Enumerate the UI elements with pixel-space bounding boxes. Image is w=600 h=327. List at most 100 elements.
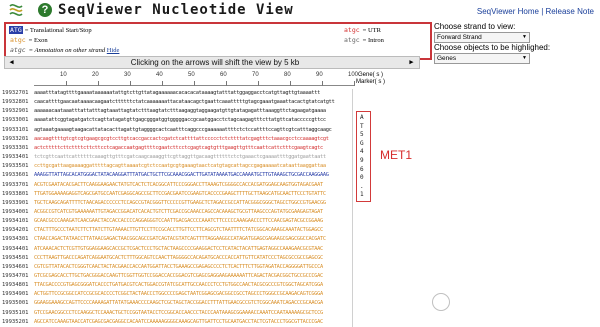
row-sequence: ACGGCCGTCATCGTGAAAAAATTGTAGACCGGACATCACA… — [34, 208, 323, 215]
row-position: 19933801 — [2, 190, 29, 197]
ruler-tick-mark — [194, 81, 195, 86]
row-position: 19934201 — [2, 227, 29, 234]
other-strand-swatch: atgc — [10, 46, 26, 54]
seqviewer-home-link[interactable]: SeqViewer Home — [477, 7, 539, 16]
marker-header: Marker( s ) — [356, 79, 385, 85]
row-position: 19933501 — [2, 163, 29, 170]
exon-label: = Exon — [28, 37, 48, 44]
sequence-row: 19934901 ACTGGTTCCGCGGCCATCCGCGCACCCCTCGG… — [0, 290, 352, 299]
row-position: 19933201 — [2, 135, 29, 142]
gene-id-box[interactable]: AT5G4960.1 — [356, 111, 371, 202]
row-position: 19933901 — [2, 199, 29, 206]
gene-id-char: T — [360, 122, 364, 130]
sequence-row: 19934201 CTACTTTGCCCTAATCTTCTTATCTTGTAAAA… — [0, 226, 352, 235]
row-sequence: CGTCGTTATACACTCGGGTCAACTACTACGAACCACCAAT… — [34, 263, 323, 270]
sequence-row: 19934501 CCCTTAAGTTGACCCAGATCAGGAATGCACTC… — [0, 254, 352, 263]
row-sequence: caacattttgaacaataaaacaagaatcttttttctatca… — [34, 99, 335, 106]
shift-left-arrow-icon[interactable]: ◀ — [7, 58, 16, 66]
met1-annotation: MET1 — [380, 148, 413, 162]
intron-swatch: atgc — [344, 36, 360, 44]
release-note-link[interactable]: Release Note — [546, 7, 594, 16]
sequence-row: 19934101 GCAACGCCCAAAGATCAACGAACTACCACCAC… — [0, 217, 352, 226]
sequence-row: 19932701 aaaatttatagttttgaaaataaaaaatattg… — [0, 89, 352, 98]
title-bar: ? SeqViewer Nucleotide View — [0, 0, 430, 22]
ruler-tick-mark — [226, 81, 227, 86]
sequence-row: 19933801 TTGATGGAAAAGAGGTCAGCGATGCCAATCGA… — [0, 190, 352, 199]
help-icon[interactable]: ? — [38, 3, 52, 17]
strand-select-value: Forward Strand — [437, 34, 482, 41]
sequence-row: 19933401 tctcgttcaattcattttttcaaagttgtttc… — [0, 153, 352, 162]
row-position: 19934601 — [2, 263, 29, 270]
row-position: 19935201 — [2, 318, 29, 325]
sequence-row: 19933301 actctttttcttcttttcttcttcctcagacc… — [0, 144, 352, 153]
objects-select-value: Genes — [437, 55, 457, 62]
sequence-row: 19933201 aacaagttttgtcgtcgtgaagcgcgtccttg… — [0, 135, 352, 144]
ruler-tick-mark — [66, 81, 67, 86]
gene-id-char: 9 — [360, 157, 364, 164]
legend-box: ATG = Translational Start/Stop atgc = Exon… — [4, 22, 432, 60]
ruler-tick-mark — [290, 81, 291, 86]
sequence-row: 19935001 GGAAGGAAAGCCAGTTCCCCAAAAGATTATAT… — [0, 299, 352, 308]
row-sequence: ccttgcgattaagaaaaggatttttagcagttaaaatcgt… — [34, 163, 326, 170]
ruler-tick-mark — [354, 81, 355, 86]
gene-id-char: 6 — [360, 165, 364, 173]
sequence-row: 19934401 ATCAAACACTCTCGTTGTGGAGGAAGCACCGC… — [0, 245, 352, 254]
ruler-tick-label: 60 — [220, 72, 227, 78]
sequence-row: 19935201 AGCCATCCAAAGTAACCATCGAGCGACGAGGC… — [0, 318, 352, 327]
utr-label: = UTR — [362, 27, 381, 34]
row-sequence: ACTGGTTCCGCGGCCATCCGCGCACCCCTCGGCTACTAAC… — [34, 291, 323, 298]
hide-legend-link[interactable]: Hide — [107, 47, 120, 54]
ruler-tick-label: 20 — [92, 72, 99, 78]
tss-swatch: ATG — [9, 26, 23, 34]
row-sequence: GGAAGGAAAGCCAGTTCCCCAAAAGATTATATGAAACCCC… — [34, 300, 323, 307]
ruler-tick-label: 70 — [252, 72, 259, 78]
row-sequence: actctttttcttcttttcttcttcctcagaccaatgagtt… — [34, 144, 323, 151]
watermark-logo-icon — [432, 293, 450, 311]
row-sequence: ACGTCGAATACACGACTTCAAGGAAGAACTATGTCACTCT… — [34, 181, 323, 188]
gene-id-char: 5 — [360, 131, 364, 139]
sequence-row: 19934001 ACGGCCGTCATCGTGAAAAAATTGTAGACCGG… — [0, 208, 352, 217]
row-position: 19934501 — [2, 254, 29, 261]
row-sequence: agtaaatgaaaagtaagacattatacacttagattgtagg… — [34, 126, 332, 133]
gene-id-char: G — [360, 139, 364, 147]
row-sequence: aaaaaacaataaatttattatttagtaaattagtatcttt… — [34, 108, 326, 115]
row-position: 19935101 — [2, 309, 29, 316]
row-position: 19934401 — [2, 245, 29, 252]
legend-translational-start-stop: ATG = Translational Start/Stop — [9, 26, 92, 34]
page-title: SeqViewer Nucleotide View — [58, 2, 294, 18]
gene-id-char: A — [360, 114, 364, 121]
row-sequence: CCCTTAAGTTGACCCAGATCAGGAATGCACTCTTTGGCAG… — [34, 254, 323, 261]
sequence-row: 19933501 ccttgcgattaagaaaaggatttttagcagtt… — [0, 162, 352, 171]
gene-id-char: 0 — [360, 174, 364, 182]
sequence-row: 19932801 caacattttgaacaataaaacaagaatctttt… — [0, 98, 352, 107]
sequence-row: 19933701 ACGTCGAATACACGACTTCAAGGAAGAACTAT… — [0, 181, 352, 190]
ruler-tick-mark — [130, 81, 131, 86]
strand-label: Choose strand to view: — [434, 22, 516, 31]
row-sequence: GTCGCGAGCACCTTGCTGACGGGACCAAGTTCGGTTGGTC… — [34, 273, 323, 279]
view-controls: Choose strand to view: Forward Strand ▼ … — [434, 22, 600, 64]
row-position: 19933101 — [2, 126, 29, 133]
objects-select[interactable]: Genes ▼ — [434, 53, 530, 64]
utr-swatch: atgc — [344, 26, 360, 34]
shift-right-arrow-icon[interactable]: ▶ — [407, 58, 416, 66]
tss-label: = Translational Start/Stop — [24, 27, 92, 34]
row-sequence: aacaagttttgtcgtcgtgaagcgcgtccttgtcaccgac… — [34, 135, 329, 142]
row-sequence: AGCCATCCAAAGTAACCATCGAGCGACGAGGCCACAATCC… — [34, 318, 323, 325]
row-sequence: GTCCGAACGGCCCTCCAAGGCTCCAAACTGCTCCGGTAAT… — [34, 309, 323, 316]
row-position: 19934101 — [2, 218, 29, 225]
ruler-tick-mark — [322, 81, 323, 86]
row-position: 19932801 — [2, 99, 29, 106]
sequence-row: 19933101 agtaaatgaaaagtaagacattatacacttag… — [0, 126, 352, 135]
legend-exon: atgc = Exon — [9, 36, 48, 44]
row-sequence: tctcgttcaattcattttttcaaagttgtttcgatcaagc… — [34, 154, 326, 161]
row-position: 19933001 — [2, 117, 29, 124]
legend-other-strand: atgc = Annotation on other strand Hide — [9, 46, 119, 54]
ruler-tick-label: 80 — [284, 72, 291, 78]
row-position: 19934701 — [2, 273, 29, 279]
strand-select[interactable]: Forward Strand ▼ — [434, 32, 530, 43]
sequence-row: 19933901 TGCTCAAGCAGATTTTCTAACAGACCCCCCTC… — [0, 199, 352, 208]
row-sequence: CTACTTTGCCCTAATCTTCTTATCTTGTAAAACTTGTTCC… — [34, 227, 323, 234]
ruler-tick-label: 30 — [124, 72, 131, 78]
row-position: 19933601 — [2, 172, 29, 179]
gene-marker-header: Gene( s ) Marker( s ) — [356, 72, 385, 86]
